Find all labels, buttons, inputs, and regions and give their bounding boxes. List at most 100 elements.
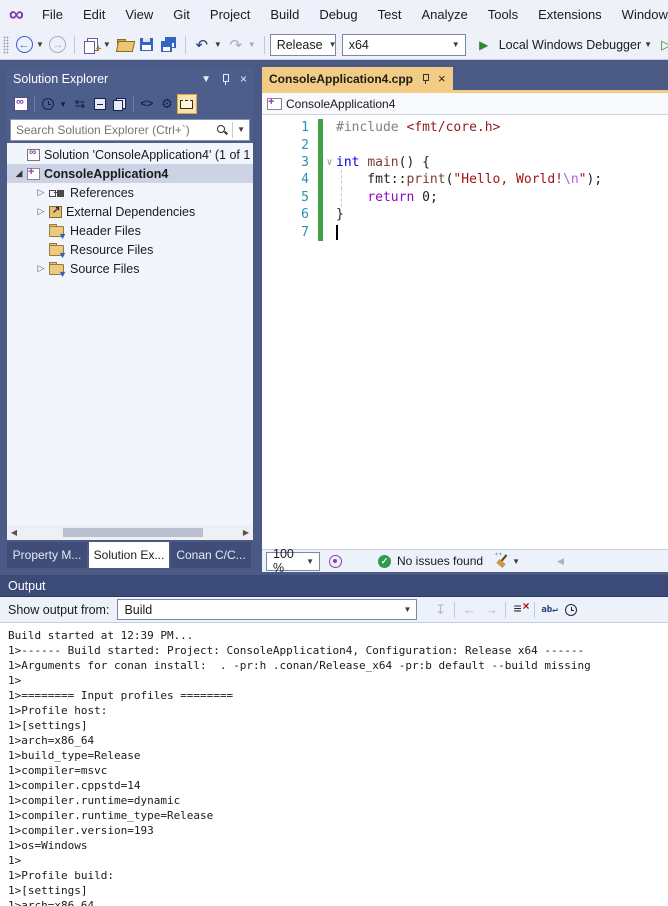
menu-debug[interactable]: Debug bbox=[309, 0, 367, 30]
menu-analyze[interactable]: Analyze bbox=[411, 0, 477, 30]
tree-item-references[interactable]: ▷ References bbox=[7, 183, 253, 202]
save-all-button[interactable] bbox=[159, 34, 179, 56]
navigate-forward-button[interactable]: → bbox=[48, 34, 68, 56]
code-cleanup-button[interactable]: ⁺⁺ bbox=[494, 551, 511, 569]
next-message-button: → bbox=[484, 602, 498, 617]
search-options-dropdown[interactable]: ▼ bbox=[232, 122, 249, 138]
output-line: 1>[settings] bbox=[8, 884, 88, 897]
view-code-button[interactable]: <> bbox=[137, 94, 157, 114]
tree-item-label: Header Files bbox=[70, 223, 141, 238]
collapse-all-icon bbox=[93, 98, 106, 110]
goto-message-button: ↧ bbox=[435, 601, 446, 617]
tree-collapsed-arrow-icon[interactable]: ▷ bbox=[33, 206, 49, 217]
code-line-2[interactable]: 2 bbox=[262, 136, 668, 154]
window-position-dropdown-icon[interactable]: ▼ bbox=[201, 74, 211, 85]
breadcrumb[interactable]: ConsoleApplication4 bbox=[262, 93, 668, 115]
navigate-back-button[interactable]: ← bbox=[14, 34, 34, 56]
solution-configuration-dropdown[interactable]: Release ▼ bbox=[269, 33, 336, 56]
code-line-3[interactable]: 3 ∨ int main() { bbox=[262, 153, 668, 172]
open-file-button[interactable] bbox=[115, 34, 135, 56]
tree-item-consoleapplication4[interactable]: ◢ ConsoleApplication4 bbox=[7, 164, 253, 183]
collapse-all-button[interactable] bbox=[90, 94, 110, 114]
code-cleanup-dropdown[interactable]: ▼ bbox=[512, 557, 520, 566]
zoom-level-dropdown[interactable]: 100 % ▼ bbox=[266, 547, 320, 575]
menu-view[interactable]: View bbox=[115, 0, 163, 30]
platform-value: x64 bbox=[348, 37, 369, 52]
scroll-right-icon[interactable]: ▶ bbox=[239, 528, 253, 537]
new-project-button[interactable]: + bbox=[81, 34, 101, 56]
toolbar-grip[interactable] bbox=[3, 35, 9, 54]
tree-item-solution-consoleapplication4-1[interactable]: Solution 'ConsoleApplication4' (1 of 1 p… bbox=[7, 145, 253, 164]
pin-tab-icon[interactable] bbox=[421, 73, 430, 84]
tree-expanded-arrow-icon[interactable]: ◢ bbox=[11, 168, 27, 179]
tree-item-header-files[interactable]: ▼ Header Files bbox=[7, 221, 253, 240]
sync-with-active-document-button[interactable]: ⇆ bbox=[70, 94, 90, 114]
new-project-dropdown[interactable]: ▼ bbox=[103, 40, 111, 49]
line-number: 3 bbox=[301, 154, 309, 170]
issues-status-text[interactable]: No issues found bbox=[397, 554, 483, 568]
scrollbar-track[interactable] bbox=[21, 527, 239, 538]
save-button[interactable] bbox=[137, 34, 157, 56]
tree-item-external-dependencies[interactable]: ▷ External Dependencies bbox=[7, 202, 253, 221]
show-all-files-button[interactable] bbox=[110, 94, 130, 114]
code-line-1[interactable]: 1 #include <fmt/core.h> bbox=[262, 119, 668, 137]
code-line-5[interactable]: 5 return 0; bbox=[262, 187, 668, 207]
pin-icon[interactable] bbox=[221, 73, 231, 85]
output-title-bar[interactable]: Output bbox=[0, 575, 668, 597]
tree-collapsed-arrow-icon[interactable]: ▷ bbox=[33, 263, 49, 274]
menu-test[interactable]: Test bbox=[368, 0, 412, 30]
menu-extensions[interactable]: Extensions bbox=[528, 0, 612, 30]
menu-file[interactable]: File bbox=[32, 0, 73, 30]
clear-all-button[interactable] bbox=[509, 599, 531, 620]
code-line-6[interactable]: 6} bbox=[262, 205, 668, 224]
tool-tab-property-m-[interactable]: Property M... bbox=[7, 542, 87, 568]
change-tracking-bar bbox=[318, 136, 323, 154]
debug-target-dropdown[interactable]: ▼ bbox=[644, 40, 652, 49]
code-line-4[interactable]: 4 fmt::print("Hello, World!\n"); bbox=[262, 170, 668, 190]
output-source-dropdown[interactable]: Build ▼ bbox=[117, 599, 418, 620]
properties-button[interactable]: ⚙ bbox=[157, 94, 177, 114]
start-without-debugging-button[interactable]: ▷ bbox=[656, 34, 668, 56]
pending-changes-filter-button[interactable] bbox=[38, 94, 58, 114]
solution-platform-dropdown[interactable]: x64 ▼ bbox=[341, 33, 466, 56]
debug-target-label[interactable]: Local Windows Debugger bbox=[499, 38, 641, 52]
scrollbar-thumb[interactable] bbox=[63, 528, 203, 537]
timestamp-toggle[interactable] bbox=[560, 600, 582, 620]
tree-item-resource-files[interactable]: ▼ Resource Files bbox=[7, 240, 253, 259]
horizontal-scrollbar[interactable]: ◀ ▶ bbox=[7, 525, 253, 540]
scroll-left-icon[interactable]: ◀ bbox=[557, 556, 564, 567]
start-debugging-button[interactable]: ▶ bbox=[474, 34, 494, 56]
switch-views-icon bbox=[14, 96, 28, 111]
undo-dropdown[interactable]: ▼ bbox=[214, 40, 222, 49]
filter-dropdown[interactable]: ▼ bbox=[59, 100, 67, 109]
word-wrap-toggle[interactable]: ab↵ bbox=[538, 600, 560, 620]
menu-edit[interactable]: Edit bbox=[73, 0, 115, 30]
redo-button[interactable]: ↷ bbox=[226, 34, 246, 56]
scroll-left-icon[interactable]: ◀ bbox=[7, 528, 21, 537]
tree-item-source-files[interactable]: ▷ ▼ Source Files bbox=[7, 259, 253, 278]
menu-project[interactable]: Project bbox=[200, 0, 260, 30]
menu-git[interactable]: Git bbox=[163, 0, 200, 30]
code-editor[interactable]: 1 #include <fmt/core.h> 2 3 ∨ int main() {4 f… bbox=[262, 115, 668, 549]
solution-explorer-title-bar[interactable]: Solution Explorer ▼ × bbox=[7, 67, 253, 91]
menu-build[interactable]: Build bbox=[260, 0, 309, 30]
menu-tools[interactable]: Tools bbox=[478, 0, 528, 30]
tree-collapsed-arrow-icon[interactable]: ▷ bbox=[33, 187, 49, 198]
preview-selected-items-toggle[interactable] bbox=[176, 94, 197, 114]
document-health-icon[interactable] bbox=[329, 554, 342, 568]
redo-dropdown[interactable]: ▼ bbox=[248, 40, 256, 49]
tool-tab-solution-ex-[interactable]: Solution Ex... bbox=[89, 542, 169, 568]
document-tab[interactable]: ConsoleApplication4.cpp × bbox=[262, 67, 453, 90]
code-line-7[interactable]: 7 bbox=[262, 223, 668, 241]
output-log[interactable]: Build started at 12:39 PM... 1>------ Bui… bbox=[0, 623, 668, 906]
undo-button[interactable]: ↶ bbox=[192, 34, 212, 56]
navigate-back-dropdown[interactable]: ▼ bbox=[36, 40, 44, 49]
search-input[interactable] bbox=[11, 123, 217, 137]
switch-views-button[interactable] bbox=[11, 94, 31, 114]
fold-collapse-icon[interactable]: ∨ bbox=[323, 157, 336, 168]
configuration-value: Release bbox=[276, 37, 323, 52]
menu-window[interactable]: Window bbox=[612, 0, 668, 30]
close-icon[interactable]: × bbox=[240, 72, 247, 86]
close-tab-icon[interactable]: × bbox=[438, 71, 446, 86]
tool-tab-conan-c-c-[interactable]: Conan C/C... bbox=[171, 542, 251, 568]
